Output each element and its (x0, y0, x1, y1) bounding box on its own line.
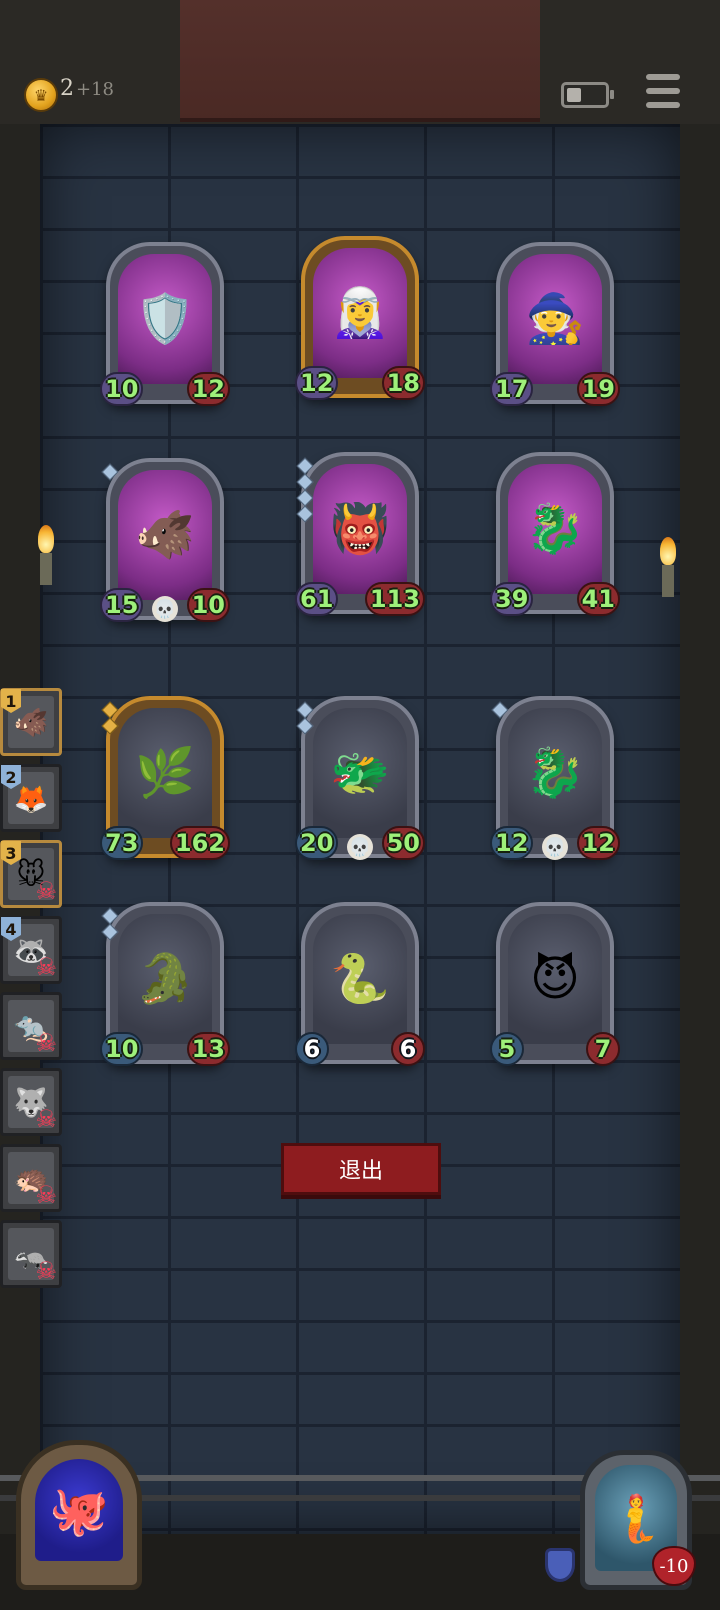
attack-value: 12 (295, 366, 339, 400)
board-card[interactable]: 👹 61 113 (295, 452, 425, 616)
leaf-kid-creature: 🌿 (135, 745, 195, 801)
health-value: 6 (391, 1032, 425, 1066)
dead-skull-icon: ☠ (35, 1257, 57, 1285)
attack-value: 10 (100, 372, 144, 406)
upgrade-pips (296, 701, 314, 735)
imp-creature: 😈 (529, 951, 581, 1007)
dead-skull-icon: ☠ (35, 1029, 57, 1057)
health-value: 18 (381, 366, 425, 400)
roster-slot[interactable]: 🦊 2 (0, 764, 62, 832)
upgrade-pips (101, 701, 119, 735)
board-card[interactable]: 🛡️ 10 12 (100, 242, 230, 406)
torch-right-icon (660, 537, 678, 597)
upgrade-pips (101, 907, 119, 941)
attack-value: 12 (490, 826, 534, 860)
boar-creature: 🐗 (135, 507, 195, 563)
health-value: 113 (364, 582, 425, 616)
whelp-creature: 🐲 (330, 745, 390, 801)
board-card[interactable]: 🧙 17 19 (490, 242, 620, 406)
gold-amount: 2 (60, 76, 74, 101)
elf-creature: 🧝‍♀️ (330, 285, 390, 341)
serpent-creature: 🐍 (330, 951, 390, 1007)
roster-slot[interactable]: 🦝 4 ☠ (0, 916, 62, 984)
upgrade-pips (296, 457, 314, 523)
hero-portrait-left[interactable]: 🐙 (16, 1440, 142, 1590)
menu-icon[interactable] (646, 74, 680, 108)
skull-icon: 💀 (152, 596, 178, 622)
gold-counter: 2 +18 (60, 76, 114, 101)
attack-value: 39 (490, 582, 534, 616)
demon-creature: 👹 (330, 501, 390, 557)
right-wall-edge (680, 124, 720, 1534)
health-value: 50 (381, 826, 425, 860)
torch-left-icon (38, 525, 56, 585)
dead-skull-icon: ☠ (35, 953, 57, 981)
board-card[interactable]: 🐲 20 💀 50 (295, 696, 425, 860)
scarecrow-creature: 🧙 (525, 291, 585, 347)
board-card[interactable]: 🌿 73 162 (100, 696, 230, 860)
health-value: 13 (186, 1032, 230, 1066)
board-card[interactable]: 🐉 39 41 (490, 452, 620, 616)
gold-dragon-creature: 🐉 (525, 745, 585, 801)
gold-delta: +18 (76, 79, 114, 100)
attack-value: 6 (295, 1032, 329, 1066)
board-card[interactable]: 🐊 10 13 (100, 902, 230, 1066)
health-value: 162 (169, 826, 230, 860)
upgrade-pips (491, 701, 509, 719)
sea-dragon-creature: 🐊 (135, 951, 195, 1007)
board-card[interactable]: 🧝‍♀️ 12 18 (295, 236, 425, 400)
roster-slot[interactable]: 🦡 ☠ (0, 1220, 62, 1288)
health-value: 10 (186, 588, 230, 622)
upgrade-pips (101, 463, 119, 481)
skull-icon: 💀 (542, 834, 568, 860)
attack-value: 5 (490, 1032, 524, 1066)
attack-value: 15 (100, 588, 144, 622)
roster-slot[interactable]: 🦔 ☠ (0, 1144, 62, 1212)
roster-slot[interactable]: 🐭 3 ☠ (0, 840, 62, 908)
board-card[interactable]: 😈 5 7 (490, 902, 620, 1066)
health-value: 41 (576, 582, 620, 616)
attack-value: 73 (100, 826, 144, 860)
kraken-portrait-icon: 🐙 (35, 1459, 123, 1561)
opponent-roster: 🐗 1 🦊 2 🐭 3 ☠ 🦝 4 ☠ 🐀 ☠ 🐺 ☠ 🦔 ☠ 🦡 ☠ (0, 688, 70, 1288)
knight-creature: 🛡️ (135, 291, 195, 347)
roster-slot[interactable]: 🐗 1 (0, 688, 62, 756)
top-bar: ♛ 2 +18 (0, 0, 720, 127)
exit-button[interactable]: 退出 (281, 1143, 441, 1195)
dragon-creature: 🐉 (525, 501, 585, 557)
board-card[interactable]: 🐍 6 6 (295, 902, 425, 1066)
skull-icon: 💀 (347, 834, 373, 860)
dead-skull-icon: ☠ (35, 1181, 57, 1209)
roster-slot[interactable]: 🐀 ☠ (0, 992, 62, 1060)
board-card[interactable]: 🐉 12 💀 12 (490, 696, 620, 860)
dead-skull-icon: ☠ (35, 1105, 57, 1133)
shield-icon (545, 1548, 575, 1582)
attack-value: 10 (100, 1032, 144, 1066)
roster-slot[interactable]: 🐺 ☠ (0, 1068, 62, 1136)
board-card[interactable]: 🐗 15 💀 10 (100, 458, 230, 622)
attack-value: 17 (490, 372, 534, 406)
health-value: 12 (186, 372, 230, 406)
health-value: 19 (576, 372, 620, 406)
gold-coin-icon: ♛ (24, 78, 58, 112)
attack-value: 61 (295, 582, 339, 616)
battery-icon (561, 82, 614, 108)
health-value: 12 (576, 826, 620, 860)
dead-skull-icon: ☠ (35, 877, 57, 905)
health-value: 7 (586, 1032, 620, 1066)
attack-value: 20 (295, 826, 339, 860)
banner (180, 0, 540, 122)
